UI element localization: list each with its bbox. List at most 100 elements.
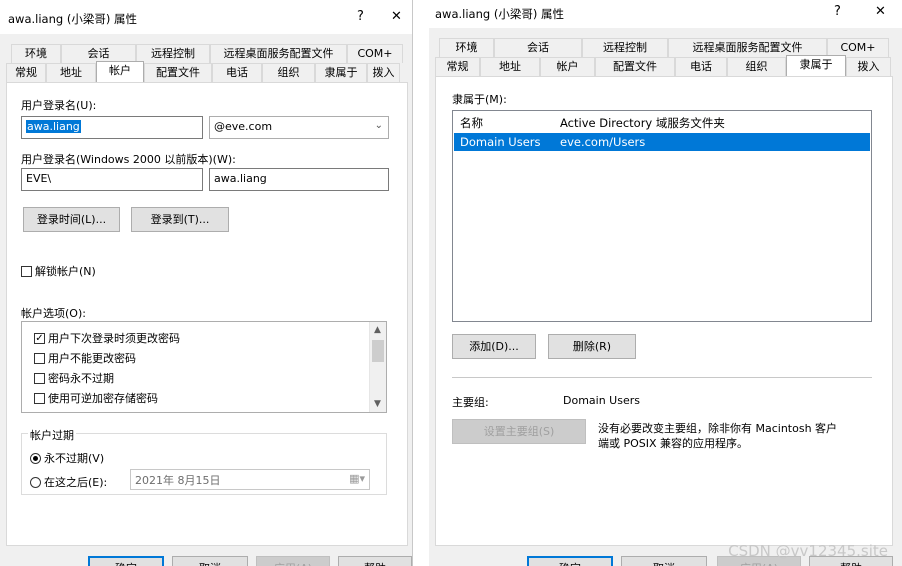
title-bar: awa.liang (小梁哥) 属性 ? ✕ <box>429 0 902 28</box>
account-options-list[interactable]: ✓ 用户下次登录时须更改密码 用户不能更改密码 密码永不过期 使用可逆加密存储密… <box>21 321 387 413</box>
tab-rds-profile[interactable]: 远程桌面服务配置文件 <box>210 44 347 63</box>
checkbox-box <box>34 372 45 384</box>
logon-name-value: awa.liang <box>26 120 81 133</box>
logon-to-button[interactable]: 登录到(T)... <box>131 207 229 232</box>
tab-general[interactable]: 常规 <box>435 57 480 76</box>
tab-environment[interactable]: 环境 <box>439 38 494 57</box>
tab-profile[interactable]: 配置文件 <box>144 63 212 82</box>
tab-account[interactable]: 帐户 <box>96 61 144 82</box>
tab-sessions[interactable]: 会话 <box>494 38 582 57</box>
domain-suffix-select[interactable]: @eve.com ⌄ <box>209 116 389 139</box>
apply-button[interactable]: 应用(A) <box>256 556 330 566</box>
options-scrollbar[interactable]: ▲ ▼ <box>369 322 386 412</box>
option-label: 用户不能更改密码 <box>48 352 136 365</box>
tab-remote-control[interactable]: 远程控制 <box>582 38 668 57</box>
tab-row-front: 常规 地址 帐户 配置文件 电话 组织 隶属于 拨入 <box>435 55 891 76</box>
list-item[interactable]: Domain Users eve.com/Users <box>454 133 870 151</box>
logon-name-input[interactable]: awa.liang <box>21 116 203 139</box>
tab-organization[interactable]: 组织 <box>262 63 315 82</box>
set-primary-group-button[interactable]: 设置主要组(S) <box>452 419 586 444</box>
unlock-account-checkbox[interactable]: 解锁帐户(N) <box>21 263 96 279</box>
tab-member-of[interactable]: 隶属于 <box>315 63 367 82</box>
tab-com-plus[interactable]: COM+ <box>347 44 403 63</box>
member-of-label: 隶属于(M): <box>452 93 507 106</box>
primary-group-note-line1: 没有必要改变主要组，除非你有 Macintosh 客户 <box>598 422 838 435</box>
never-expires-radio[interactable]: 永不过期(V) <box>30 450 104 466</box>
tab-environment[interactable]: 环境 <box>11 44 61 63</box>
ok-button[interactable]: 确定 <box>88 556 164 566</box>
column-header-name[interactable]: 名称 <box>460 114 483 132</box>
primary-group-value: Domain Users <box>563 394 640 407</box>
group-folder: eve.com/Users <box>560 135 646 149</box>
tab-address[interactable]: 地址 <box>46 63 96 82</box>
tab-row-back: 环境 会话 远程控制 远程桌面服务配置文件 COM+ <box>11 44 403 63</box>
scroll-thumb[interactable] <box>372 340 384 362</box>
checkbox-box <box>21 265 32 277</box>
tab-account[interactable]: 帐户 <box>540 57 595 76</box>
logon-name-label: 用户登录名(U): <box>21 99 97 112</box>
tab-dial-in[interactable]: 拨入 <box>846 57 891 76</box>
account-options-label: 帐户选项(O): <box>21 307 86 320</box>
tab-row-front: 常规 地址 帐户 配置文件 电话 组织 隶属于 拨入 <box>6 61 400 82</box>
unlock-account-label: 解锁帐户(N) <box>35 265 96 278</box>
title-bar: awa.liang (小梁哥) 属性 ? ✕ <box>0 0 412 34</box>
help-icon[interactable]: ? <box>834 4 841 19</box>
divider <box>452 377 872 378</box>
cancel-button[interactable]: 取消 <box>621 556 707 566</box>
checkbox-box <box>34 392 45 404</box>
radio-dot <box>30 452 41 464</box>
help-button[interactable]: 帮助 <box>338 556 412 566</box>
tab-general[interactable]: 常规 <box>6 63 46 82</box>
tab-profile[interactable]: 配置文件 <box>595 57 675 76</box>
remove-button[interactable]: 删除(R) <box>548 334 636 359</box>
end-of-label: 在这之后(E): <box>44 476 108 489</box>
option-label: 用户下次登录时须更改密码 <box>48 332 180 345</box>
help-icon[interactable]: ? <box>357 9 364 24</box>
option-must-change-password[interactable]: ✓ 用户下次登录时须更改密码 <box>34 330 180 346</box>
column-header-folder[interactable]: Active Directory 域服务文件夹 <box>560 114 725 132</box>
close-icon[interactable]: ✕ <box>391 9 402 24</box>
scroll-up-icon[interactable]: ▲ <box>374 325 381 335</box>
tab-member-of[interactable]: 隶属于 <box>786 55 846 76</box>
tab-address[interactable]: 地址 <box>480 57 540 76</box>
add-button[interactable]: 添加(D)... <box>452 334 536 359</box>
pre2000-label: 用户登录名(Windows 2000 以前版本)(W): <box>21 153 236 166</box>
never-expires-label: 永不过期(V) <box>44 452 105 465</box>
radio-dot <box>30 476 41 488</box>
logon-hours-button[interactable]: 登录时间(L)... <box>23 207 120 232</box>
option-reversible-encryption[interactable]: 使用可逆加密存储密码 <box>34 390 158 406</box>
account-expires-group: 帐户过期 永不过期(V) 在这之后(E): 2021年 8月15日 ▦▾ <box>21 427 387 495</box>
expiry-date-picker: 2021年 8月15日 ▦▾ <box>130 469 370 490</box>
watermark: CSDN @vv12345.site <box>728 542 888 560</box>
properties-dialog-account: awa.liang (小梁哥) 属性 ? ✕ 环境 会话 远程控制 远程桌面服务… <box>0 0 413 566</box>
calendar-icon: ▦▾ <box>349 472 365 485</box>
domain-suffix-value: @eve.com <box>214 120 273 133</box>
account-expires-title: 帐户过期 <box>28 427 76 443</box>
tab-telephones[interactable]: 电话 <box>675 57 727 76</box>
checkbox-box: ✓ <box>34 332 45 344</box>
group-name: Domain Users <box>460 135 541 149</box>
end-of-radio[interactable]: 在这之后(E): <box>30 474 107 490</box>
list-header: 名称 Active Directory 域服务文件夹 <box>454 114 870 132</box>
tab-dial-in[interactable]: 拨入 <box>367 63 400 82</box>
pre2000-domain-field: EVE\ <box>21 168 203 191</box>
option-label: 使用可逆加密存储密码 <box>48 392 158 405</box>
tab-organization[interactable]: 组织 <box>727 57 786 76</box>
primary-group-label: 主要组: <box>452 396 489 409</box>
option-password-never-expires[interactable]: 密码永不过期 <box>34 370 114 386</box>
checkbox-box <box>34 352 45 364</box>
expiry-date-value: 2021年 8月15日 <box>135 474 221 487</box>
pre2000-name-input[interactable]: awa.liang <box>209 168 389 191</box>
member-of-list[interactable]: 名称 Active Directory 域服务文件夹 Domain Users … <box>452 110 872 322</box>
account-page: 用户登录名(U): awa.liang @eve.com ⌄ 用户登录名(Win… <box>6 82 408 546</box>
ok-button[interactable]: 确定 <box>527 556 613 566</box>
tab-remote-control[interactable]: 远程控制 <box>136 44 210 63</box>
option-cannot-change-password[interactable]: 用户不能更改密码 <box>34 350 136 366</box>
tab-telephones[interactable]: 电话 <box>212 63 262 82</box>
member-of-page: 隶属于(M): 名称 Active Directory 域服务文件夹 Domai… <box>435 76 893 546</box>
close-icon[interactable]: ✕ <box>875 4 886 19</box>
cancel-button[interactable]: 取消 <box>172 556 248 566</box>
option-label: 密码永不过期 <box>48 372 114 385</box>
scroll-down-icon[interactable]: ▼ <box>374 399 381 409</box>
dialog-title: awa.liang (小梁哥) 属性 <box>435 7 564 21</box>
